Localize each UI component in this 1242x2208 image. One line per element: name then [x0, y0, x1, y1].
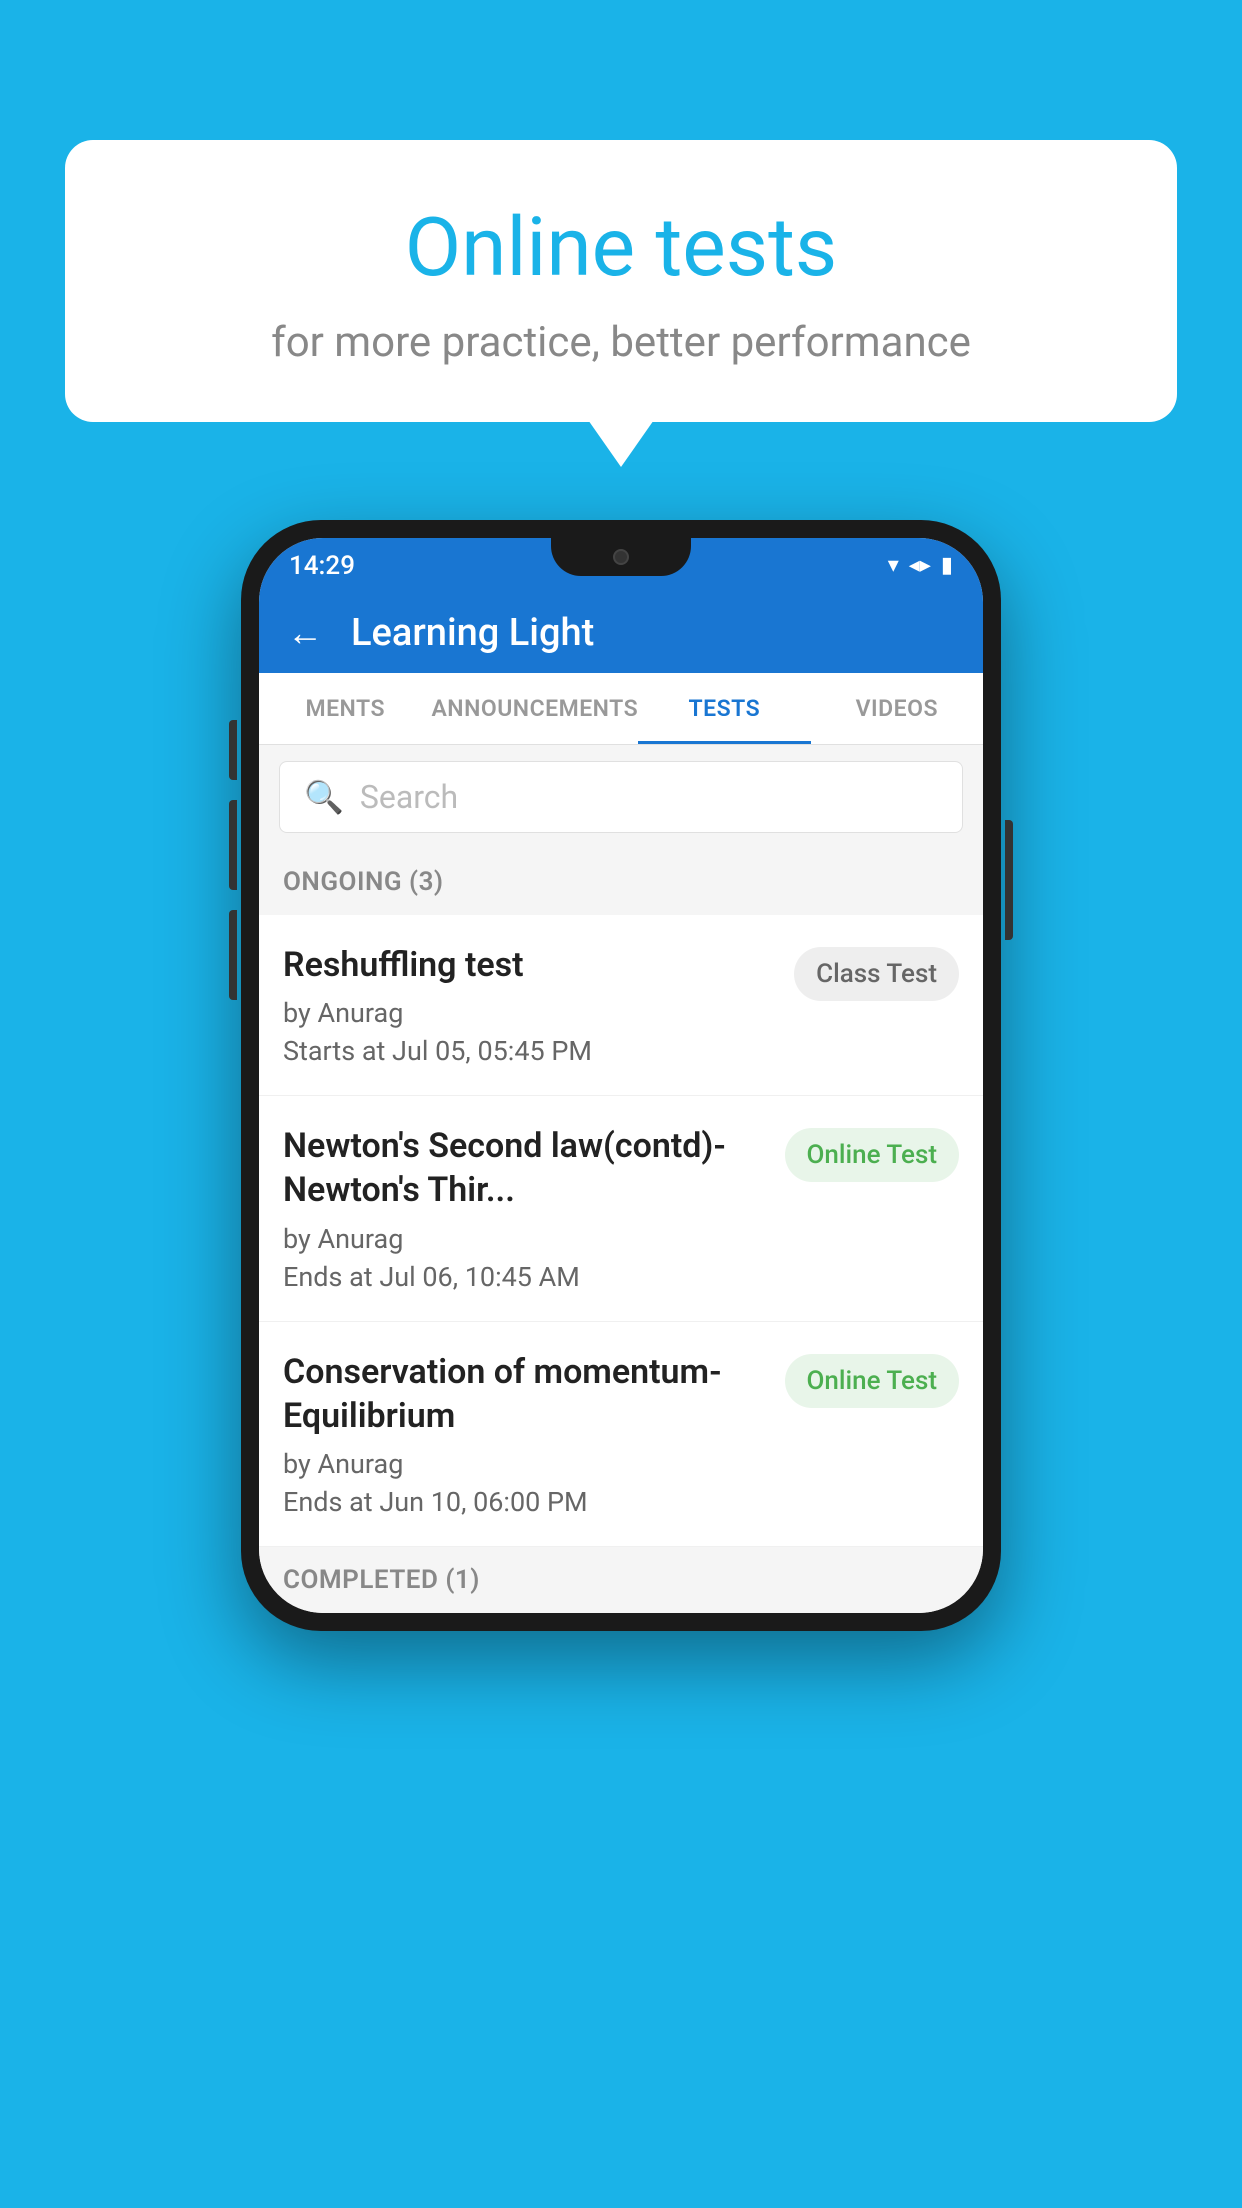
back-button[interactable]: ←: [287, 612, 323, 654]
tab-announcements[interactable]: ANNOUNCEMENTS: [431, 673, 638, 744]
search-bar[interactable]: 🔍 Search: [279, 761, 963, 833]
test-item-2[interactable]: Newton's Second law(contd)-Newton's Thir…: [259, 1096, 983, 1321]
app-title: Learning Light: [351, 611, 594, 655]
phone-screen: 14:29 ▾ ◂▸ ▮ ← Learning Light MENTS: [259, 538, 983, 1613]
test-name-1: Reshuffling test: [283, 943, 778, 987]
test-badge-1: Class Test: [794, 947, 959, 1001]
test-author-2: by Anurag: [283, 1223, 769, 1255]
test-item[interactable]: Reshuffling test by Anurag Starts at Jul…: [259, 915, 983, 1096]
bubble-title: Online tests: [115, 200, 1127, 296]
wifi-icon: ▾: [888, 553, 899, 578]
battery-icon: ▮: [941, 553, 953, 578]
ongoing-section-header: ONGOING (3): [259, 849, 983, 915]
completed-section-header: COMPLETED (1): [259, 1547, 983, 1613]
test-badge-3: Online Test: [785, 1354, 960, 1408]
test-date-1: Starts at Jul 05, 05:45 PM: [283, 1035, 778, 1067]
status-icons: ▾ ◂▸ ▮: [888, 553, 953, 578]
test-info-2: Newton's Second law(contd)-Newton's Thir…: [283, 1124, 769, 1292]
status-bar: 14:29 ▾ ◂▸ ▮: [259, 538, 983, 593]
phone-wrapper: 14:29 ▾ ◂▸ ▮ ← Learning Light MENTS: [241, 520, 1001, 1631]
test-date-2: Ends at Jul 06, 10:45 AM: [283, 1261, 769, 1293]
tab-tests[interactable]: TESTS: [638, 673, 810, 744]
test-info-1: Reshuffling test by Anurag Starts at Jul…: [283, 943, 778, 1067]
volume-up-button: [229, 720, 237, 780]
camera: [613, 549, 629, 565]
status-time: 14:29: [289, 551, 355, 581]
test-date-3: Ends at Jun 10, 06:00 PM: [283, 1486, 769, 1518]
app-bar: ← Learning Light: [259, 593, 983, 673]
tabs-bar: MENTS ANNOUNCEMENTS TESTS VIDEOS: [259, 673, 983, 745]
search-icon: 🔍: [304, 778, 344, 816]
search-bar-container: 🔍 Search: [259, 745, 983, 849]
test-name-3: Conservation of momentum-Equilibrium: [283, 1350, 769, 1438]
test-author-3: by Anurag: [283, 1448, 769, 1480]
bubble-subtitle: for more practice, better performance: [115, 318, 1127, 367]
test-name-2: Newton's Second law(contd)-Newton's Thir…: [283, 1124, 769, 1212]
signal-icon: ◂▸: [909, 553, 931, 578]
speech-bubble: Online tests for more practice, better p…: [65, 140, 1177, 422]
test-item-3[interactable]: Conservation of momentum-Equilibrium by …: [259, 1322, 983, 1547]
test-author-1: by Anurag: [283, 997, 778, 1029]
tab-videos[interactable]: VIDEOS: [811, 673, 983, 744]
power-button: [1005, 820, 1013, 940]
volume-down-button: [229, 800, 237, 890]
search-placeholder: Search: [360, 778, 458, 816]
phone-frame: 14:29 ▾ ◂▸ ▮ ← Learning Light MENTS: [241, 520, 1001, 1631]
mute-button: [229, 910, 237, 1000]
test-badge-2: Online Test: [785, 1128, 960, 1182]
notch: [551, 538, 691, 576]
test-info-3: Conservation of momentum-Equilibrium by …: [283, 1350, 769, 1518]
tab-ments[interactable]: MENTS: [259, 673, 431, 744]
